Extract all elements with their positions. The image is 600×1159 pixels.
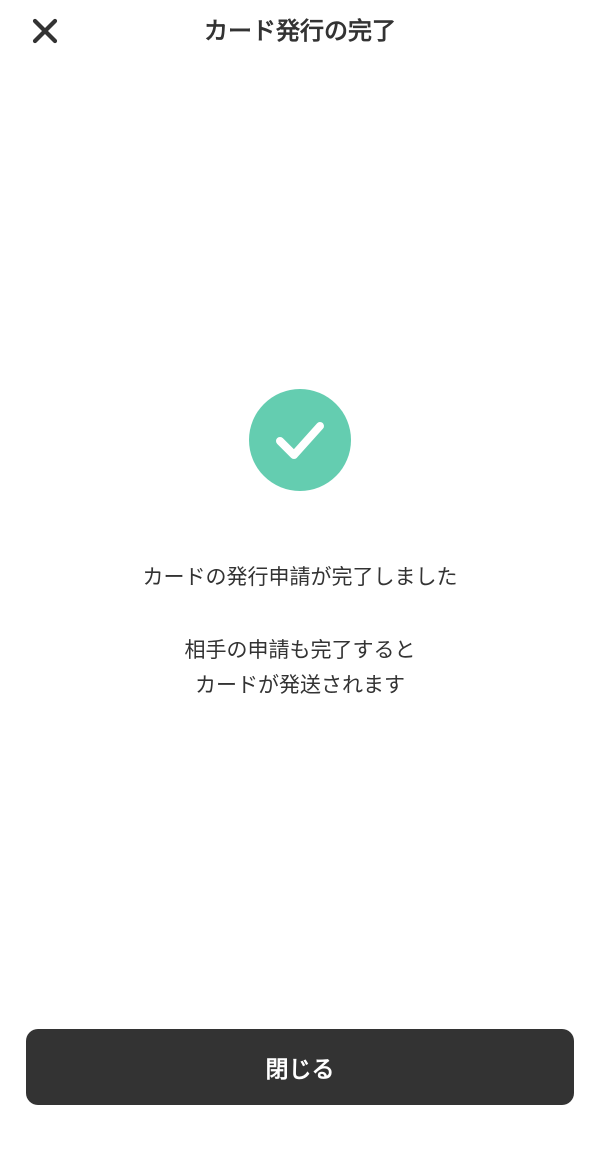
shipping-note-line: カードが発送されます: [195, 673, 405, 697]
header: カード発行の完了: [0, 0, 600, 64]
success-check-badge: [249, 389, 351, 491]
check-icon: [276, 422, 324, 459]
close-button[interactable]: 閉じる: [26, 1029, 574, 1105]
shipping-note: 相手の申請も完了すると カードが発送されます: [0, 633, 600, 703]
card-issue-complete-screen: カード発行の完了 カードの発行申請が完了しました 相手の申請も完了すると カード…: [0, 0, 600, 1159]
completion-message: カードの発行申請が完了しました: [142, 565, 458, 589]
page-title: カード発行の完了: [204, 17, 396, 45]
shipping-note-line: 相手の申請も完了すると: [184, 638, 416, 662]
